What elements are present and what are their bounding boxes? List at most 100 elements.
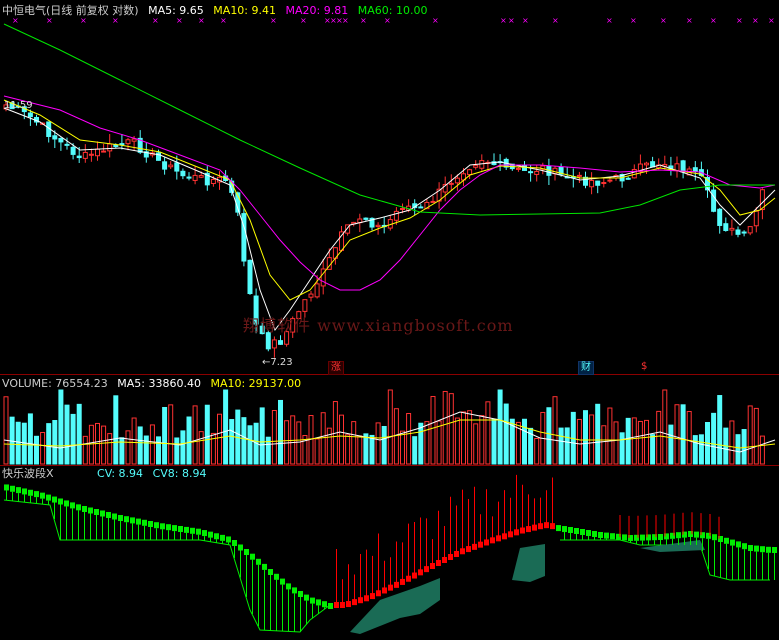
candle-body: [271, 339, 277, 349]
signal-x-marker: ×: [198, 16, 205, 25]
volume-bar: [82, 435, 88, 465]
volume-bar: [52, 420, 58, 465]
volume-bar: [76, 403, 82, 465]
indicator-block: [64, 500, 69, 507]
signal-x-marker: ×: [606, 16, 613, 25]
indicator-block: [772, 547, 777, 553]
indicator-block: [130, 517, 135, 524]
candle-body: [125, 139, 131, 145]
volume-bar: [64, 404, 70, 465]
indicator-block: [172, 525, 177, 532]
volume-bar: [448, 393, 454, 465]
indicator-block: [100, 510, 105, 517]
indicator-block: [118, 515, 123, 521]
indicator-block: [766, 546, 771, 553]
volume-bar: [613, 421, 619, 465]
limit-up-badge[interactable]: 涨: [328, 361, 344, 375]
volume-bar: [619, 432, 625, 465]
volume-bar: [387, 389, 393, 465]
candle-body: [625, 177, 631, 180]
indicator-block: [298, 591, 303, 597]
volume-bar: [576, 418, 582, 465]
indicator-block: [28, 489, 33, 496]
volume-bar: [467, 410, 473, 465]
signal-x-marker: ×: [630, 16, 637, 25]
volume-bar: [698, 434, 704, 465]
volume-bar: [400, 430, 405, 465]
signal-x-marker: ×: [220, 16, 227, 25]
finance-badge[interactable]: 财: [578, 361, 594, 375]
volume-bar: [534, 437, 540, 465]
volume-bar: [27, 413, 33, 465]
volume-bar: [625, 417, 631, 465]
indicator-block: [322, 601, 327, 608]
stock-title: 中恒电气(日线 前复权 对数): [2, 4, 139, 17]
ma5-label: MA5: 9.65: [148, 4, 204, 17]
candle-body: [76, 155, 82, 159]
signal-x-marker: ×: [768, 16, 775, 25]
volume-bar: [418, 422, 424, 465]
indicator-name: 快乐波段X: [2, 467, 54, 480]
indicator-block: [190, 527, 195, 534]
indicator-block: [88, 507, 93, 514]
indicator-block: [598, 532, 603, 538]
signal-x-marker: ×: [12, 16, 19, 25]
candle-body: [88, 153, 94, 156]
signal-x-marker: ×: [80, 16, 87, 25]
candle-body: [52, 135, 58, 140]
indicator-block: [286, 583, 291, 590]
signal-x-marker: ×: [660, 16, 667, 25]
indicator-block: [184, 526, 189, 533]
dividend-badge[interactable]: $: [639, 361, 649, 373]
ma10-label: MA10: 9.41: [213, 4, 277, 17]
signal-x-marker: ×: [686, 16, 693, 25]
volume-bar: [442, 390, 448, 465]
indicator-block: [154, 522, 159, 529]
volume-bar: [70, 413, 76, 465]
volume-bar: [113, 395, 119, 465]
indicator-block: [220, 534, 225, 541]
candle-body: [528, 171, 534, 174]
candle-body: [278, 340, 283, 345]
volume-bar: [668, 424, 674, 465]
candle-body: [375, 224, 381, 228]
volume-bar: [601, 425, 607, 465]
candle-body: [467, 169, 473, 176]
indicator-block: [586, 530, 591, 536]
volume-bar: [735, 434, 741, 465]
volume-bar: [168, 404, 174, 465]
indicator-block: [232, 540, 237, 546]
volume-bar: [717, 395, 723, 465]
volume-bar: [491, 418, 497, 465]
volume-bar: [143, 435, 149, 465]
candle-body: [302, 299, 308, 312]
volume-bar: [589, 414, 595, 465]
volume-bar: [192, 405, 198, 465]
indicator-block: [148, 521, 153, 527]
candle-body: [64, 143, 70, 146]
indicator-block: [262, 563, 267, 570]
watermark: 翔博软件 www.xiangbosoft.com: [243, 316, 514, 335]
volume-bar: [198, 431, 204, 465]
candle-body: [113, 144, 119, 147]
signal-x-marker: ×: [176, 16, 183, 25]
indicator-block: [208, 531, 213, 538]
volume-bar: [223, 389, 229, 465]
indicator-block: [640, 534, 645, 541]
indicator-block: [22, 488, 27, 495]
volume-bar: [595, 403, 601, 465]
indicator-block: [712, 534, 717, 541]
indicator-block: [238, 544, 243, 551]
volume-bar: [546, 407, 552, 465]
signal-x-marker: ×: [112, 16, 119, 25]
signal-x-marker: ×: [432, 16, 439, 25]
signal-x-marker: ×: [710, 16, 717, 25]
candle-body: [107, 143, 113, 152]
volume-header: VOLUME: 76554.23 MA5: 33860.40 MA10: 291…: [2, 377, 307, 390]
volume-bar: [686, 410, 692, 465]
volume-bar: [759, 435, 765, 465]
vol-ma10-label: MA10: 29137.00: [210, 377, 302, 390]
volume-bar: [15, 421, 21, 465]
volume-bar: [363, 433, 369, 465]
indicator-block: [40, 492, 45, 499]
